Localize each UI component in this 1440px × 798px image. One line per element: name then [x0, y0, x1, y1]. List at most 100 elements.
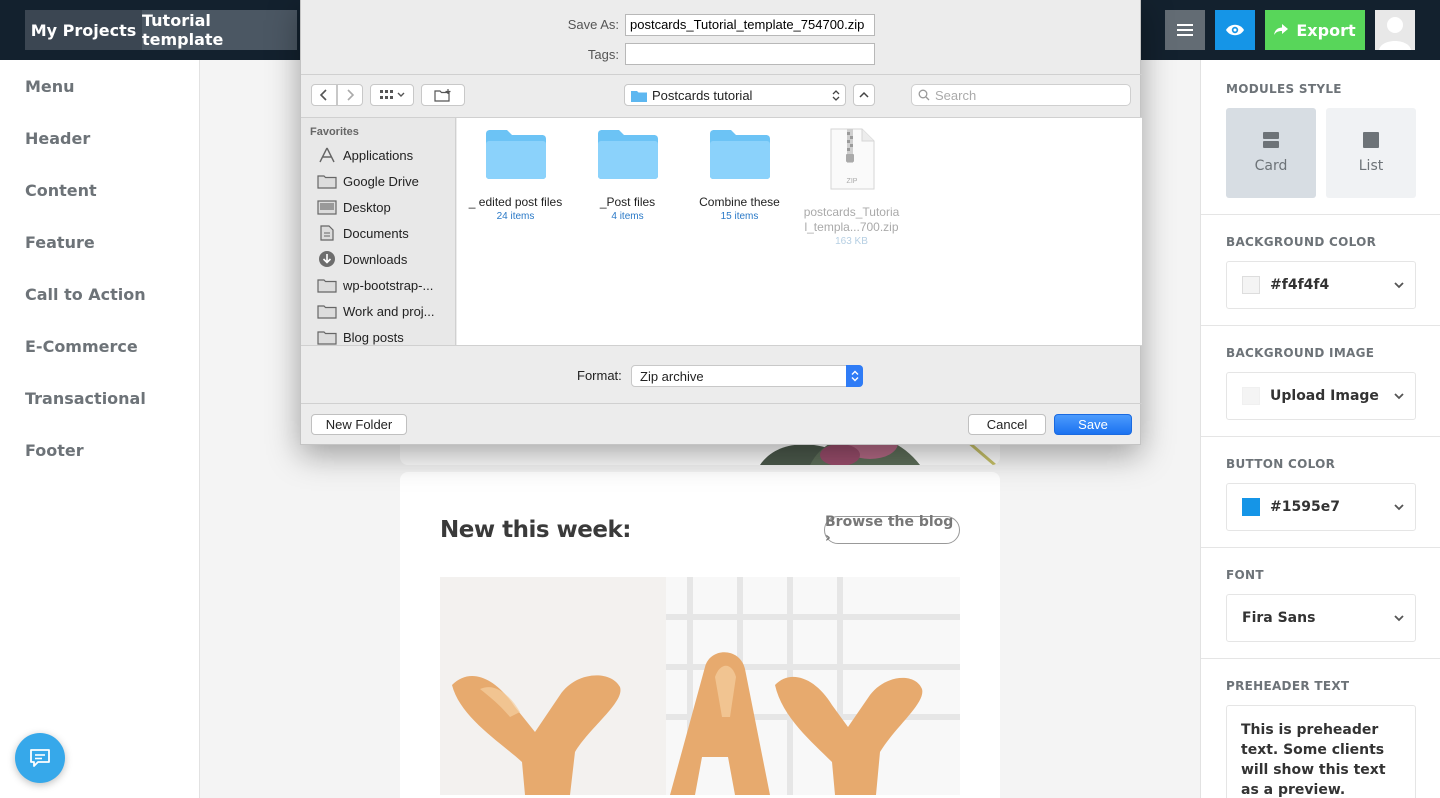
folder-icon — [317, 330, 337, 345]
divider — [301, 74, 1142, 75]
search-icon — [918, 89, 930, 101]
up-down-arrows-icon — [832, 90, 840, 101]
divider — [301, 345, 1142, 346]
chevron-right-icon — [347, 89, 355, 101]
module-heading: New this week: — [440, 517, 632, 543]
sidebar-item-menu[interactable]: Menu — [25, 77, 75, 96]
tab-tutorial-template[interactable]: Tutorial template — [142, 10, 297, 50]
back-button[interactable] — [311, 84, 337, 106]
save-as-input[interactable]: postcards_Tutorial_template_754700.zip — [625, 14, 875, 36]
search-input[interactable]: Search — [911, 84, 1131, 106]
user-avatar[interactable] — [1375, 10, 1415, 50]
up-down-arrows-icon — [846, 365, 863, 387]
favorite-label: Google Drive — [343, 173, 419, 189]
list-icon — [1363, 132, 1379, 148]
favorites-title: Favorites — [310, 126, 359, 138]
browse-blog-button[interactable]: Browse the blog › — [824, 514, 960, 546]
sidebar-item-transactional[interactable]: Transactional — [25, 389, 146, 408]
background-image-select[interactable]: Upload Image — [1226, 372, 1416, 420]
format-label: Format: — [577, 368, 622, 383]
format-select[interactable]: Zip archive — [631, 365, 863, 387]
sidebar-item-e-commerce[interactable]: E-Commerce — [25, 337, 138, 356]
sidebar-item-footer[interactable]: Footer — [25, 441, 84, 460]
font-label: FONT — [1226, 568, 1264, 582]
tags-input[interactable] — [625, 43, 875, 65]
favorite-label: Downloads — [343, 251, 408, 267]
file-item[interactable]: ZIP postcards_Tutoria l_templa...700.zip … — [794, 128, 909, 248]
chevron-down-icon — [1394, 282, 1404, 289]
new-folder-toolbar-button[interactable] — [421, 84, 465, 106]
divider — [1201, 325, 1440, 326]
downloads-icon — [319, 251, 335, 267]
background-color-label: BACKGROUND COLOR — [1226, 235, 1377, 249]
file-meta: 15 items — [720, 211, 759, 222]
location-select[interactable]: Postcards tutorial — [624, 84, 846, 106]
settings-panel: MODULES STYLE Card List BACKGROUND COLOR… — [1200, 60, 1440, 798]
favorite-label: Applications — [343, 147, 414, 163]
module-sidebar: Menu Header Content Feature Call to Acti… — [0, 60, 200, 798]
chevron-left-icon — [319, 89, 327, 101]
new-folder-icon — [434, 88, 451, 102]
style-option-list[interactable]: List — [1326, 108, 1416, 198]
style-option-card[interactable]: Card — [1226, 108, 1316, 198]
favorite-item[interactable]: Work and proj... — [317, 301, 435, 321]
collapse-button[interactable] — [853, 84, 875, 106]
sidebar-item-header[interactable]: Header — [25, 129, 90, 148]
favorite-label: Desktop — [343, 199, 391, 215]
sidebar-item-content[interactable]: Content — [25, 181, 97, 200]
favorite-item[interactable]: Downloads — [317, 249, 407, 269]
sidebar-item-feature[interactable]: Feature — [25, 233, 95, 252]
folder-icon — [317, 304, 337, 319]
favorite-label: Documents — [343, 225, 409, 241]
favorite-item[interactable]: Google Drive — [317, 171, 419, 191]
favorite-item[interactable]: Desktop — [317, 197, 391, 217]
file-item[interactable]: _Post files 4 items — [570, 128, 685, 223]
favorite-item[interactable]: Applications — [317, 145, 413, 165]
card-icon — [1263, 132, 1279, 148]
grid-view-icon — [379, 90, 393, 99]
file-item[interactable]: Combine these 15 items — [682, 128, 797, 223]
sidebar-item-call-to-action[interactable]: Call to Action — [25, 285, 146, 304]
zip-badge: ZIP — [846, 178, 857, 185]
file-name: _ edited post files — [468, 195, 563, 209]
favorite-item[interactable]: Documents — [317, 223, 409, 243]
background-color-select[interactable]: #f4f4f4 — [1226, 261, 1416, 309]
favorite-item[interactable]: Blog posts — [317, 327, 404, 345]
view-mode-button[interactable] — [370, 84, 414, 106]
button-color-label: BUTTON COLOR — [1226, 457, 1336, 471]
tags-label: Tags: — [587, 47, 619, 62]
font-select[interactable]: Fira Sans — [1226, 594, 1416, 642]
chat-button[interactable] — [15, 733, 65, 783]
color-swatch — [1242, 276, 1260, 294]
font-value: Fira Sans — [1242, 610, 1316, 626]
favorite-label: Work and proj... — [343, 303, 435, 319]
divider — [1201, 658, 1440, 659]
desktop-icon — [317, 199, 337, 215]
save-as-label: Save As: — [567, 17, 619, 32]
background-color-value: #f4f4f4 — [1270, 277, 1330, 293]
user-icon — [1379, 17, 1411, 50]
color-swatch — [1242, 498, 1260, 516]
save-button[interactable]: Save — [1054, 414, 1132, 435]
forward-button[interactable] — [337, 84, 363, 106]
button-color-value: #1595e7 — [1270, 499, 1340, 515]
folder-icon — [485, 130, 546, 179]
button-color-select[interactable]: #1595e7 — [1226, 483, 1416, 531]
preheader-label: PREHEADER TEXT — [1226, 679, 1350, 693]
favorite-item[interactable]: wp-bootstrap-... — [317, 275, 433, 295]
divider — [1201, 547, 1440, 548]
style-option-list-label: List — [1358, 158, 1384, 174]
preview-button[interactable] — [1215, 10, 1255, 50]
style-option-card-label: Card — [1254, 158, 1288, 174]
share-arrow-icon — [1274, 24, 1289, 35]
blog-module-card[interactable]: New this week: Browse the blog › — [400, 472, 1000, 798]
cancel-button[interactable]: Cancel — [968, 414, 1046, 435]
file-browser: _ edited post files 24 items _Post files… — [457, 118, 1142, 345]
preheader-textarea[interactable]: This is preheader text. Some clients wil… — [1226, 705, 1416, 798]
modules-style-label: MODULES STYLE — [1226, 82, 1342, 96]
tab-my-projects[interactable]: My Projects — [25, 10, 142, 50]
new-folder-button[interactable]: New Folder — [311, 414, 407, 435]
menu-button[interactable] — [1165, 10, 1205, 50]
export-button[interactable]: Export — [1265, 10, 1365, 50]
file-item[interactable]: _ edited post files 24 items — [458, 128, 573, 223]
